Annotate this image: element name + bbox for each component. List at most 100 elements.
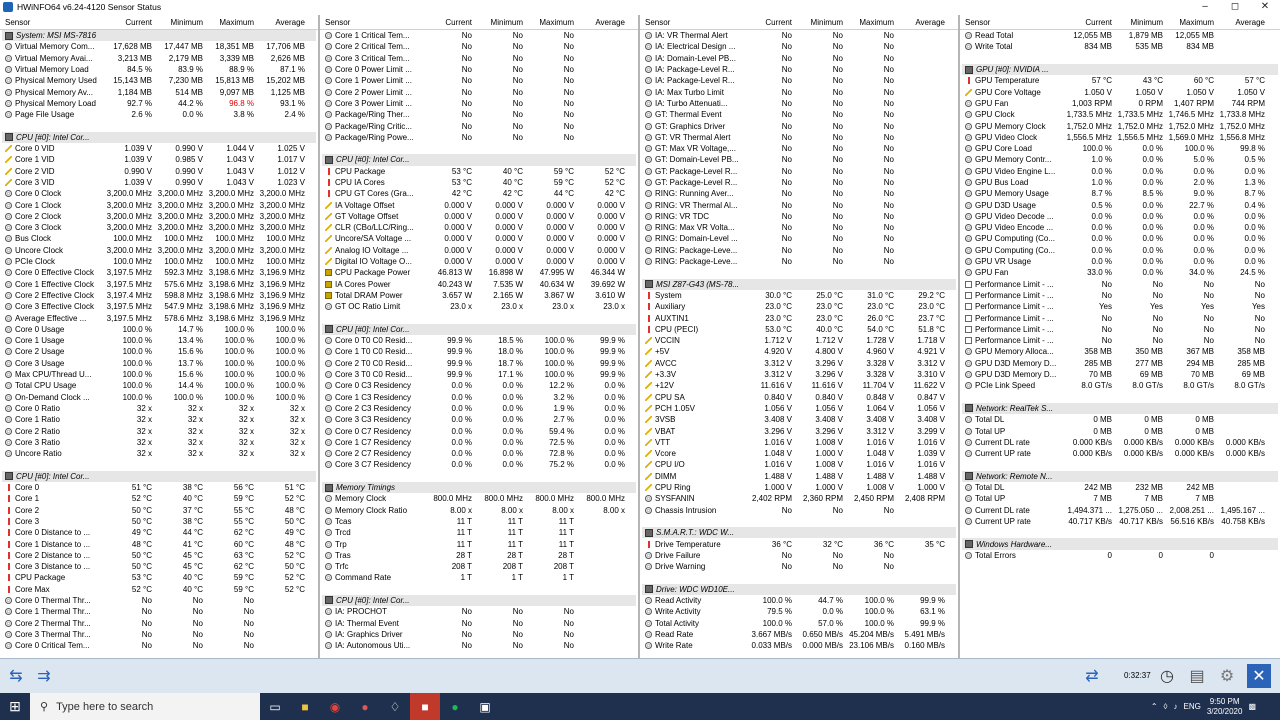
- sensor-row[interactable]: CPU Package 53 °C 40 °C 59 °C 52 °C: [0, 572, 318, 583]
- sensor-row[interactable]: Package/Ring Critic... No No No: [320, 120, 638, 131]
- sensor-row[interactable]: Drive Warning No No No: [640, 561, 958, 572]
- sensor-row[interactable]: Core 1 Thermal Thr... No No No: [0, 606, 318, 617]
- sensor-row[interactable]: GT Voltage Offset 0.000 V 0.000 V 0.000 V 0.…: [320, 211, 638, 222]
- sensor-row[interactable]: Total DRAM Power 3.657 W 2.165 W 3.867 W 3.6…: [320, 290, 638, 301]
- column-header-minimum[interactable]: Minimum: [155, 18, 206, 27]
- column-header-average[interactable]: Average: [1217, 18, 1268, 27]
- sensor-row[interactable]: Core 0 Ratio 32 x 32 x 32 x 32 x: [0, 403, 318, 414]
- column-header-sensor[interactable]: Sensor: [960, 18, 1064, 27]
- column-header-minimum[interactable]: Minimum: [795, 18, 846, 27]
- sensor-group-header[interactable]: CPU [#0]: Intel Cor...: [322, 323, 636, 336]
- sensor-row[interactable]: IA: Turbo Attenuati... No No No: [640, 98, 958, 109]
- sensor-row[interactable]: Performance Limit - ... No No No No: [960, 324, 1280, 335]
- sensor-row[interactable]: Current UP rate 0.000 KB/s 0.000 KB/s 0.000…: [960, 448, 1280, 459]
- sensor-row[interactable]: PCIe Clock 100.0 MHz 100.0 MHz 100.0 MHz 100…: [0, 256, 318, 267]
- sensor-row[interactable]: Core 0 C7 Residency 0.0 % 0.0 % 59.4 % 0.0 %: [320, 425, 638, 436]
- clock[interactable]: 9:50 PM 3/20/2020: [1207, 697, 1243, 717]
- sensor-row[interactable]: Total Errors 0 0 0: [960, 550, 1280, 561]
- sensor-row[interactable]: Drive Failure No No No: [640, 550, 958, 561]
- arrows-expand-icon[interactable]: ⇉: [32, 664, 56, 688]
- sensor-row[interactable]: GT: Package-Level R... No No No: [640, 166, 958, 177]
- column-header-sensor[interactable]: Sensor: [640, 18, 744, 27]
- sensor-row[interactable]: Write Activity 79.5 % 0.0 % 100.0 % 63.1 %: [640, 606, 958, 617]
- sensor-row[interactable]: GPU Memory Contr... 1.0 % 0.0 % 5.0 % 0.5 %: [960, 154, 1280, 165]
- sensor-row[interactable]: IA: Electrical Design ... No No No: [640, 41, 958, 52]
- column-header-current[interactable]: Current: [424, 18, 475, 27]
- sensor-row[interactable]: PCH 1.05V 1.056 V 1.056 V 1.064 V 1.056 V: [640, 403, 958, 414]
- sensor-row[interactable]: Current DL rate 0.000 KB/s 0.000 KB/s 0.000…: [960, 437, 1280, 448]
- sensor-row[interactable]: IA Voltage Offset 0.000 V 0.000 V 0.000 V 0.…: [320, 199, 638, 210]
- sensor-row[interactable]: CPU GT Cores (Gra... 42 °C 42 °C 44 °C 42 °C: [320, 188, 638, 199]
- sensor-row[interactable]: Core 0 T0 C0 Resid... 99.9 % 18.5 % 100.0 %…: [320, 335, 638, 346]
- sensor-row[interactable]: GPU Core Voltage 1.050 V 1.050 V 1.050 V 1.0…: [960, 86, 1280, 97]
- sensor-row[interactable]: Core 1 Effective Clock 3,197.5 MHz 575.6 M…: [0, 279, 318, 290]
- sensor-row[interactable]: Total UP 7 MB 7 MB 7 MB: [960, 493, 1280, 504]
- sensor-row[interactable]: Trcd 11 T 11 T 11 T: [320, 527, 638, 538]
- sensor-row[interactable]: Command Rate 1 T1 T1 T: [320, 572, 638, 583]
- sensor-row[interactable]: GPU D3D Memory D... 285 MB 277 MB 294 MB 285…: [960, 358, 1280, 369]
- minimize-button[interactable]: –: [1190, 0, 1220, 14]
- sensor-row[interactable]: IA: PROCHOT No No No: [320, 606, 638, 617]
- sensor-row[interactable]: GT: Max VR Voltage,... No No No: [640, 143, 958, 154]
- sensor-row[interactable]: Core 1 Distance to ... 48 °C 41 °C 60 °C 48 …: [0, 538, 318, 549]
- sensor-row[interactable]: Core 3 Distance to ... 50 °C 45 °C 62 °C 50 …: [0, 561, 318, 572]
- sensor-row[interactable]: On-Demand Clock ... 100.0 % 100.0 % 100.0 %…: [0, 392, 318, 403]
- start-button[interactable]: ⊞: [0, 693, 30, 720]
- sensor-row[interactable]: Core 3 Thermal Thr... No No No: [0, 629, 318, 640]
- sensor-row[interactable]: Tras 28 T 28 T 28 T: [320, 550, 638, 561]
- sensor-row[interactable]: CPU IA Cores 53 °C 40 °C 59 °C 52 °C: [320, 177, 638, 188]
- tray-chevron-icon[interactable]: ⌃: [1151, 702, 1158, 711]
- column-header-maximum[interactable]: Maximum: [526, 18, 577, 27]
- sensor-row[interactable]: GPU Memory Usage 8.7 % 8.5 % 9.0 % 8.7 %: [960, 188, 1280, 199]
- close-button[interactable]: ✕: [1250, 0, 1280, 14]
- sensor-row[interactable]: Drive Temperature 36 °C 32 °C 36 °C 35 °C: [640, 538, 958, 549]
- sensor-row[interactable]: VCCIN 1.712 V 1.712 V 1.728 V 1.718 V: [640, 335, 958, 346]
- sensor-row[interactable]: Physical Memory Av... 1,184 MB 514 MB 9,097…: [0, 86, 318, 97]
- sensor-row[interactable]: Total UP 0 MB 0 MB 0 MB: [960, 425, 1280, 436]
- sensor-row[interactable]: Performance Limit - ... No No No No: [960, 279, 1280, 290]
- sensor-row[interactable]: Performance Limit - ... No No No No: [960, 312, 1280, 323]
- sensor-row[interactable]: Memory Clock 800.0 MHz 800.0 MHz 800.0 MHz 8…: [320, 493, 638, 504]
- sensor-group-header[interactable]: CPU [#0]: Intel Cor...: [2, 470, 316, 482]
- sensor-row[interactable]: Core 0 Distance to ... 49 °C 44 °C 62 °C 49 …: [0, 527, 318, 538]
- sensor-row[interactable]: Read Activity 100.0 % 44.7 % 100.0 % 99.9 %: [640, 595, 958, 606]
- sensor-row[interactable]: IA: Package-Level R... No No No: [640, 75, 958, 86]
- sensor-row[interactable]: Core Max 52 °C 40 °C 59 °C 52 °C: [0, 584, 318, 595]
- sensor-row[interactable]: RING: VR TDC No No No: [640, 211, 958, 222]
- sensor-group-header[interactable]: Network: RealTek S...: [962, 402, 1278, 415]
- sensor-row[interactable]: Uncore Ratio 32 x 32 x 32 x 32 x: [0, 448, 318, 459]
- sensor-row[interactable]: Physical Memory Load 92.7 % 44.2 % 96.8 % 93…: [0, 98, 318, 109]
- sensor-row[interactable]: GPU Temperature 57 °C 43 °C 60 °C 57 °C: [960, 75, 1280, 86]
- sensor-row[interactable]: Digital IO Voltage O... 0.000 V 0.000 V 0.0…: [320, 256, 638, 267]
- sensor-row[interactable]: CPU Package Power 46.813 W 16.898 W 47.995 …: [320, 267, 638, 278]
- sensor-row[interactable]: GT OC Ratio Limit 23.0 x 23.0 x 23.0 x 23.0 …: [320, 301, 638, 312]
- sensor-row[interactable]: GT: Graphics Driver No No No: [640, 120, 958, 131]
- sensor-row[interactable]: Current UP rate 40.717 KB/s 40.717 KB/s 56.…: [960, 516, 1280, 527]
- sensor-row[interactable]: GPU Video Encode ... 0.0 % 0.0 % 0.0 % 0.0 %: [960, 222, 1280, 233]
- sensor-row[interactable]: GPU Core Load 100.0 % 0.0 % 100.0 % 99.8 %: [960, 143, 1280, 154]
- sensor-row[interactable]: Uncore Clock 3,200.0 MHz 3,200.0 MHz 3,200.…: [0, 245, 318, 256]
- sensor-row[interactable]: Core 2 Distance to ... 50 °C 45 °C 63 °C 52 …: [0, 550, 318, 561]
- sensor-panel-4[interactable]: Sensor Current Minimum Maximum Average Read T…: [960, 15, 1280, 658]
- sensor-row[interactable]: Core 1 Critical Tem... No No No: [320, 30, 638, 41]
- column-header-minimum[interactable]: Minimum: [475, 18, 526, 27]
- sensor-group-header[interactable]: CPU [#0]: Intel Cor...: [322, 154, 636, 166]
- sensor-row[interactable]: System 30.0 °C 25.0 °C 31.0 °C 29.2 °C: [640, 290, 958, 301]
- sensor-row[interactable]: Core 3 Ratio 32 x 32 x 32 x 32 x: [0, 437, 318, 448]
- chrome-icon[interactable]: ◉: [320, 693, 350, 720]
- sensor-row[interactable]: Core 1 VID 1.039 V 0.985 V 1.043 V 1.017 V: [0, 154, 318, 165]
- sensor-row[interactable]: Physical Memory Used 15,143 MB 7,230 MB 15,…: [0, 75, 318, 86]
- sensor-row[interactable]: RING: Package-Leve... No No No: [640, 256, 958, 267]
- sensor-group-header[interactable]: System: MSI MS-7816: [2, 30, 316, 42]
- sensor-row[interactable]: Core 2 C3 Residency 0.0 % 0.0 % 1.9 % 0.0 %: [320, 403, 638, 414]
- sensor-row[interactable]: Core 2 T0 C0 Resid... 99.9 % 18.7 % 100.0 %…: [320, 358, 638, 369]
- sensor-group-header[interactable]: S.M.A.R.T.: WDC W...: [642, 527, 956, 539]
- column-header-minimum[interactable]: Minimum: [1115, 18, 1166, 27]
- sensor-row[interactable]: VBAT 3.296 V 3.296 V 3.312 V 3.299 V: [640, 425, 958, 436]
- stopwatch-icon[interactable]: ◷: [1155, 664, 1179, 688]
- sensor-row[interactable]: Vcore 1.048 V 1.000 V 1.048 V 1.039 V: [640, 448, 958, 459]
- sensor-row[interactable]: Core 1 C7 Residency 0.0 % 0.0 % 72.5 % 0.0 %: [320, 437, 638, 448]
- column-header-sensor[interactable]: Sensor: [320, 18, 424, 27]
- sensor-row[interactable]: +5V 4.920 V 4.800 V 4.960 V 4.921 V: [640, 346, 958, 357]
- column-header-current[interactable]: Current: [104, 18, 155, 27]
